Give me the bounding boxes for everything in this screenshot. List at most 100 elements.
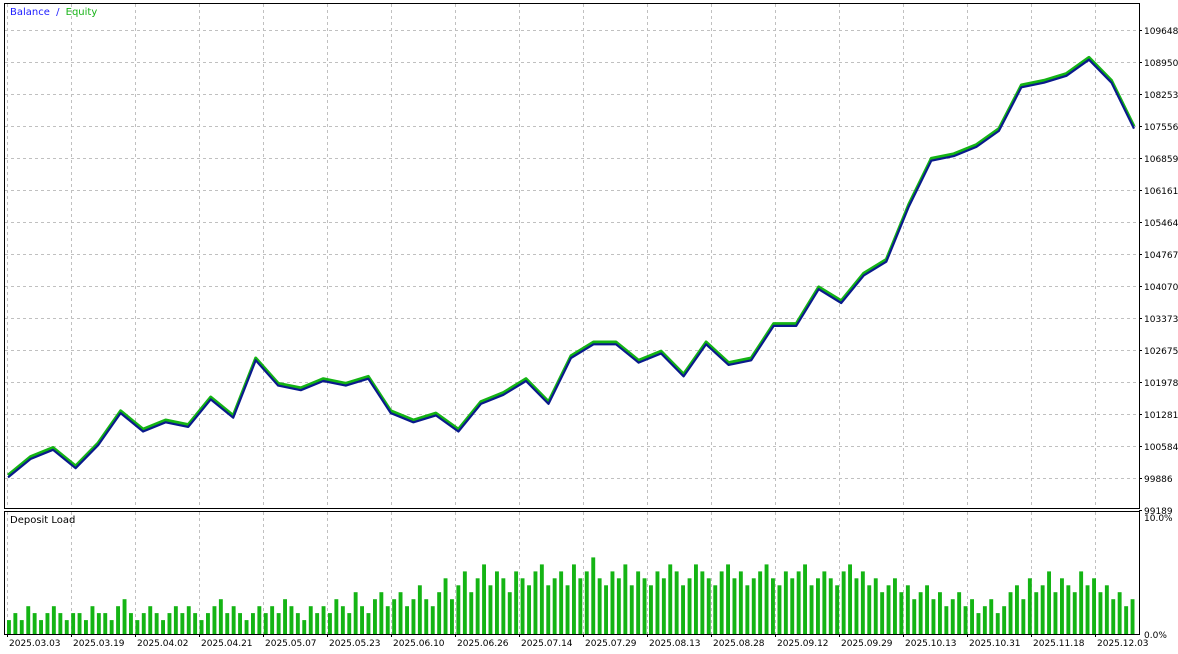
deposit-load-bar bbox=[270, 606, 275, 634]
deposit-load-bar bbox=[822, 571, 827, 634]
deposit-load-bar bbox=[931, 599, 936, 634]
deposit-load-bar bbox=[1111, 599, 1116, 634]
deposit-load-bar bbox=[938, 592, 942, 634]
deposit-load-bar bbox=[1053, 592, 1058, 634]
x-tick-label: 2025.10.13 bbox=[905, 639, 957, 649]
deposit-load-bar bbox=[45, 613, 50, 634]
deposit-load-bar bbox=[77, 613, 82, 634]
deposit-load-bar bbox=[552, 578, 557, 634]
deposit-load-bar bbox=[71, 613, 76, 634]
deposit-load-bar bbox=[726, 564, 730, 634]
y-tick-label: 107556 bbox=[1144, 123, 1178, 133]
x-tick-label: 2025.04.02 bbox=[137, 639, 189, 649]
deposit-load-bar bbox=[116, 606, 120, 634]
deposit-load-bar bbox=[122, 599, 127, 634]
deposit-load-bar bbox=[745, 585, 750, 634]
x-tick-label: 2025.06.26 bbox=[457, 639, 509, 649]
deposit-load-bar bbox=[565, 585, 570, 634]
x-tick-label: 2025.07.14 bbox=[521, 639, 573, 649]
date-x-axis: 2025.03.03 2025.03.19 2025.04.02 2025.04.21… bbox=[7, 634, 1149, 649]
deposit-load-bar bbox=[674, 571, 679, 634]
deposit-load-bar bbox=[443, 578, 448, 634]
deposit-load-bar bbox=[167, 613, 172, 634]
deposit-load-bar bbox=[141, 613, 146, 634]
deposit-load-bar bbox=[328, 613, 332, 634]
deposit-load-bar bbox=[96, 613, 101, 634]
deposit-load-bar bbox=[199, 620, 204, 634]
deposit-load-bar bbox=[212, 606, 217, 634]
deposit-load-bar bbox=[475, 578, 480, 634]
y-tick-label: 104070 bbox=[1144, 283, 1178, 293]
deposit-load-bar bbox=[771, 578, 775, 634]
deposit-load-bar bbox=[963, 606, 968, 634]
deposit-load-bar bbox=[161, 620, 165, 634]
x-tick-label: 2025.03.19 bbox=[73, 639, 125, 649]
deposit-load-bar bbox=[713, 585, 718, 634]
deposit-load-bar bbox=[514, 571, 519, 634]
deposit-load-bar bbox=[1008, 592, 1013, 634]
deposit-load-bar bbox=[315, 613, 320, 634]
deposit-load-bar bbox=[995, 613, 1000, 634]
deposit-load-bar bbox=[1034, 592, 1039, 634]
deposit-load-bar bbox=[905, 585, 910, 634]
deposit-load-bar bbox=[970, 599, 974, 634]
x-tick-label: 2025.06.10 bbox=[393, 639, 445, 649]
deposit-load-bar bbox=[135, 620, 140, 634]
x-tick-label: 2025.05.23 bbox=[329, 639, 381, 649]
deposit-load-bar bbox=[655, 571, 660, 634]
y-tick-label: 109648 bbox=[1144, 27, 1178, 37]
deposit-load-bar bbox=[103, 613, 108, 634]
deposit-load-bar bbox=[828, 578, 833, 634]
deposit-load-bar bbox=[366, 613, 371, 634]
deposit-panel-title: Deposit Load bbox=[10, 515, 75, 526]
legend-equity: Equity bbox=[66, 7, 98, 18]
deposit-load-bar bbox=[276, 613, 281, 634]
deposit-load-bar bbox=[218, 599, 223, 634]
deposit-load-bar bbox=[610, 571, 615, 634]
x-tick-label: 2025.08.13 bbox=[649, 639, 701, 649]
deposit-load-bar bbox=[308, 606, 313, 634]
x-tick-label: 2025.05.07 bbox=[265, 639, 317, 649]
deposit-load-bar bbox=[719, 571, 724, 634]
deposit-load-bar bbox=[1130, 599, 1135, 634]
deposit-load-bar bbox=[649, 585, 653, 634]
deposit-load-bar bbox=[572, 564, 576, 634]
deposit-load-bar bbox=[283, 599, 287, 634]
y-tick-label: 101281 bbox=[1144, 411, 1178, 421]
deposit-load-bar bbox=[231, 606, 236, 634]
deposit-load-bar bbox=[462, 571, 467, 634]
deposit-load-bar bbox=[803, 564, 807, 634]
deposit-load-bar bbox=[732, 578, 737, 634]
deposit-load-bar bbox=[597, 578, 602, 634]
deposit-load-bar bbox=[1047, 571, 1051, 634]
deposit-load-bar bbox=[764, 564, 769, 634]
deposit-load-bar bbox=[1002, 606, 1007, 634]
deposit-load-bar bbox=[7, 620, 11, 634]
deposit-load-bar bbox=[295, 613, 300, 634]
deposit-load-bar bbox=[180, 613, 185, 634]
deposit-load-bar bbox=[880, 592, 885, 634]
deposit-load-bar bbox=[816, 578, 820, 634]
deposit-load-bar bbox=[90, 606, 95, 634]
y-tick-label: 103373 bbox=[1144, 315, 1178, 325]
y-tick-label: 108253 bbox=[1144, 91, 1178, 101]
deposit-load-bar bbox=[1098, 592, 1103, 634]
deposit-load-bar bbox=[546, 585, 551, 634]
deposit-load-bar bbox=[661, 578, 666, 634]
deposit-load-bar bbox=[809, 585, 814, 634]
deposit-load-bar bbox=[835, 585, 840, 634]
deposit-load-bar bbox=[687, 578, 692, 634]
deposit-load-bar bbox=[1085, 585, 1090, 634]
legend-balance: Balance bbox=[10, 7, 50, 18]
deposit-load-bar bbox=[385, 606, 390, 634]
deposit-load-bar bbox=[289, 606, 294, 634]
deposit-load-bar bbox=[58, 613, 63, 634]
deposit-load-bar bbox=[925, 585, 929, 634]
x-tick-label: 2025.04.21 bbox=[201, 639, 253, 649]
deposit-load-bar bbox=[206, 613, 210, 634]
deposit-load-bar bbox=[186, 606, 191, 634]
deposit-load-bar bbox=[340, 606, 345, 634]
deposit-load-bar bbox=[424, 599, 429, 634]
deposit-load-bar bbox=[13, 613, 18, 634]
deposit-load-bar bbox=[398, 592, 403, 634]
